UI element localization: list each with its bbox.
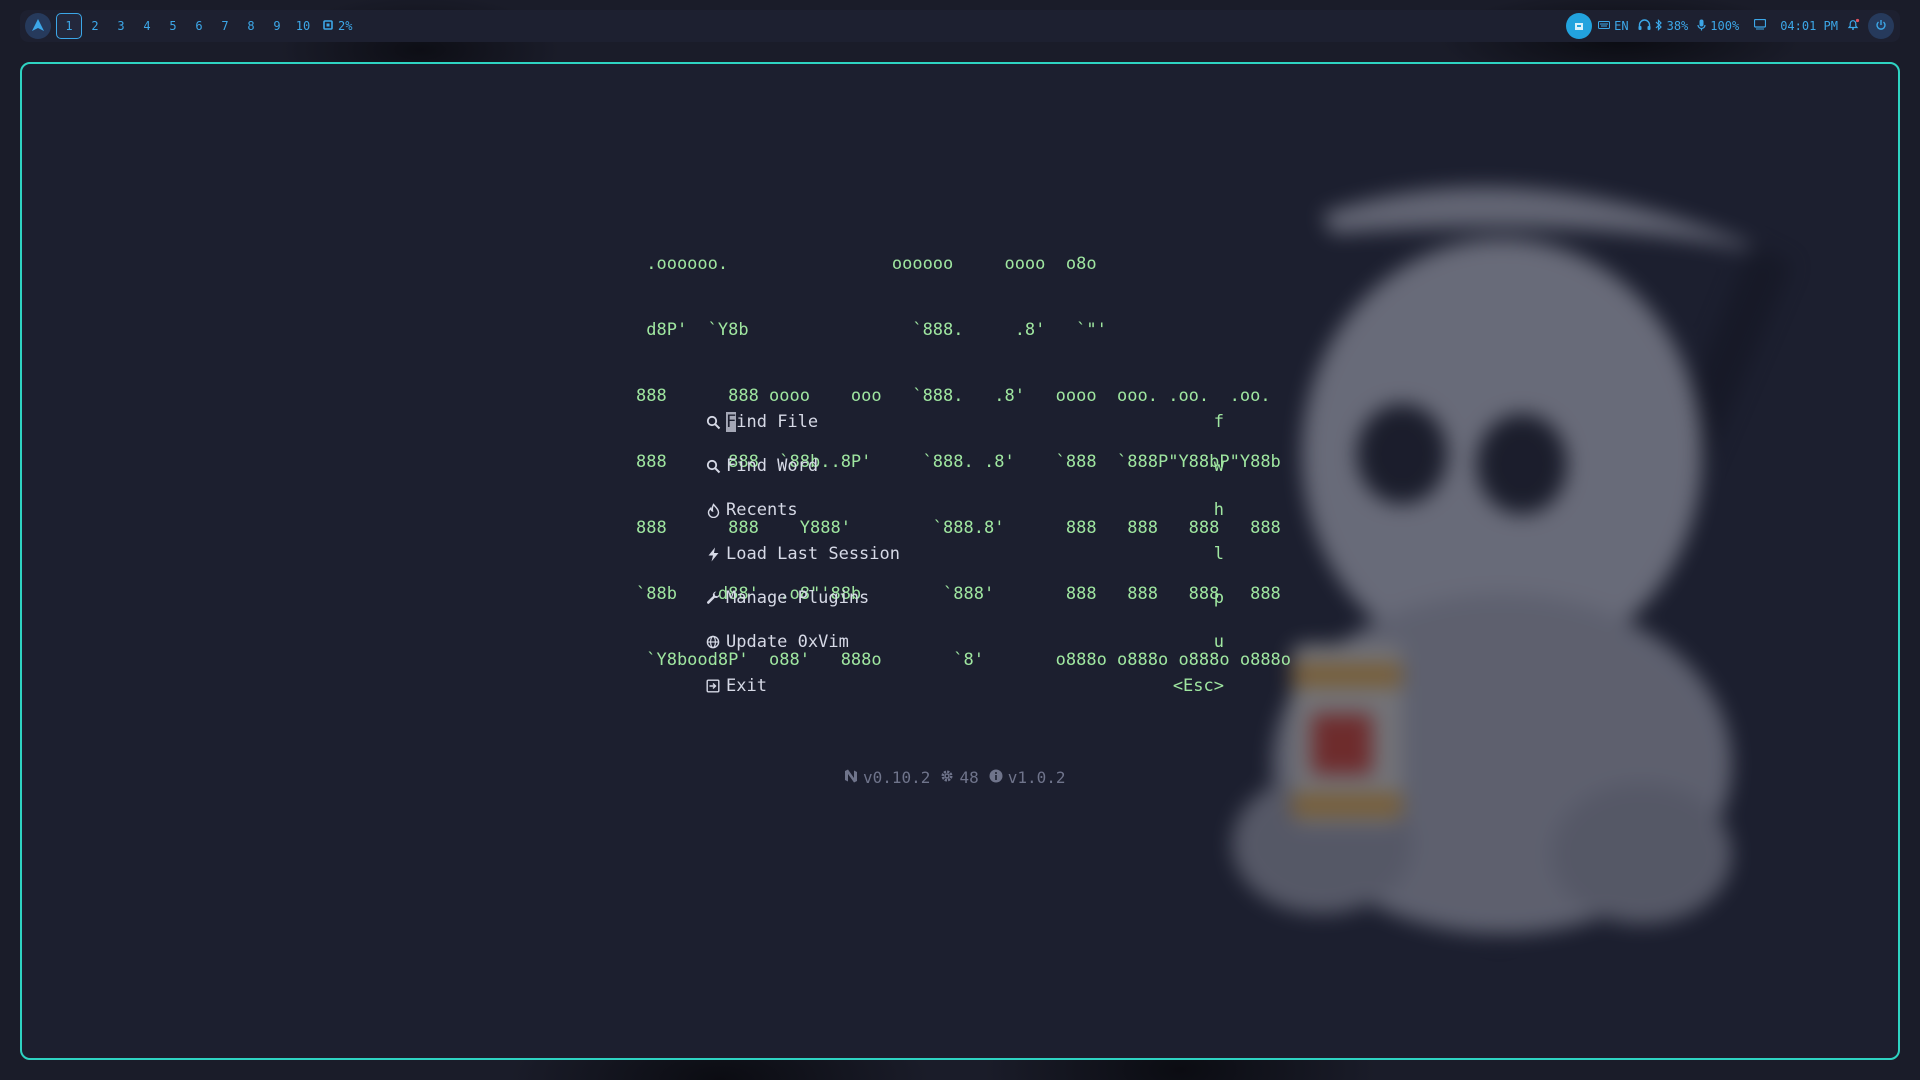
workspace-6[interactable]: 6 — [186, 13, 212, 39]
audio-volume[interactable]: 38% — [1638, 18, 1689, 34]
keyboard-layout[interactable]: EN — [1598, 19, 1629, 33]
menu-shortcut-key: u — [1213, 632, 1224, 652]
menu-shortcut-key: p — [1213, 588, 1224, 608]
power-button[interactable] — [1868, 13, 1894, 39]
config-version-text: v1.0.2 — [1007, 768, 1066, 787]
workspace-8[interactable]: 8 — [238, 13, 264, 39]
cpu-usage[interactable]: 2% — [322, 19, 352, 34]
menu-shortcut-key: h — [1213, 500, 1224, 520]
microphone-icon — [1697, 19, 1706, 34]
workspace-1[interactable]: 1 — [56, 13, 82, 39]
neovim-icon — [844, 768, 858, 787]
bar-left: 1 2 3 4 5 6 7 8 9 10 2% — [25, 10, 352, 42]
cpu-percent: 2% — [338, 19, 353, 33]
menu-load-last-session[interactable]: Load Last Session l — [704, 532, 1224, 576]
history-icon — [704, 501, 722, 519]
info-icon — [989, 768, 1003, 787]
config-version: v1.0.2 — [989, 768, 1066, 787]
menu-label: Find Word — [726, 456, 819, 476]
search-icon — [704, 457, 722, 475]
top-bar: 1 2 3 4 5 6 7 8 9 10 2% EN 38% 100% 04:0… — [20, 10, 1900, 42]
ascii-logo-line: d8P' `Y8b `888. .8' `"' — [636, 320, 1107, 340]
keyboard-icon — [1598, 19, 1611, 33]
lightning-icon — [704, 545, 722, 563]
clock-time: 04:01 PM — [1780, 19, 1838, 33]
workspace-4[interactable]: 4 — [134, 13, 160, 39]
plugin-count: 48 — [940, 768, 979, 787]
keyboard-language: EN — [1614, 19, 1629, 33]
menu-manage-plugins[interactable]: Manage Plugins p — [704, 576, 1224, 620]
dashboard-footer: v0.10.2 48 v1.0.2 — [844, 768, 1070, 787]
text-cursor: F — [726, 412, 737, 432]
workspace-5[interactable]: 5 — [160, 13, 186, 39]
menu-find-file[interactable]: Find File f — [704, 400, 1224, 444]
tray-app-icon[interactable] — [1566, 13, 1593, 39]
notifications-button[interactable] — [1847, 18, 1860, 34]
launcher-button[interactable] — [25, 13, 51, 39]
monitor-icon — [1754, 18, 1767, 33]
cpu-icon — [322, 19, 334, 34]
menu-label: Load Last Session — [726, 544, 900, 564]
power-icon — [1875, 19, 1887, 34]
menu-update-0xvim[interactable]: Update 0xVim u — [704, 620, 1224, 664]
bluetooth-icon — [1655, 18, 1663, 34]
microphone-volume[interactable]: 100% — [1697, 19, 1739, 34]
ascii-logo-line: .oooooo. oooooo oooo o8o — [636, 254, 1097, 274]
volume-percent: 38% — [1666, 19, 1689, 33]
nvim-version-text: v0.10.2 — [863, 768, 931, 787]
menu-label: Manage Plugins — [726, 588, 870, 608]
menu-shortcut-key: l — [1213, 544, 1224, 564]
menu-label: Exit — [726, 676, 767, 696]
bell-icon — [1847, 18, 1860, 34]
globe-icon — [704, 633, 722, 651]
clock[interactable]: 04:01 PM — [1754, 18, 1838, 33]
arch-logo-icon — [32, 18, 44, 34]
menu-shortcut-key: <Esc> — [1172, 676, 1224, 696]
workspace-3[interactable]: 3 — [108, 13, 134, 39]
workspace-10[interactable]: 10 — [290, 13, 316, 39]
mic-percent: 100% — [1710, 19, 1740, 33]
headphones-icon — [1638, 18, 1651, 34]
menu-label: ind File — [736, 412, 819, 432]
menu-find-word[interactable]: Find Word w — [704, 444, 1224, 488]
menu-label: Recents — [726, 500, 798, 520]
search-icon — [704, 413, 722, 431]
plugin-count-text: 48 — [959, 768, 979, 787]
wrench-icon — [704, 589, 722, 607]
gear-icon — [940, 768, 954, 787]
menu-label: Update 0xVim — [726, 632, 849, 652]
menu-shortcut-key: w — [1213, 456, 1224, 476]
exit-icon — [704, 677, 722, 695]
bar-right: EN 38% 100% 04:01 PM — [1566, 10, 1894, 42]
dashboard: .oooooo. oooooo oooo o8o d8P' `Y8b `888.… — [22, 64, 1898, 1058]
menu-shortcut-key: f — [1213, 412, 1224, 432]
menu-recents[interactable]: Recents h — [704, 488, 1224, 532]
nvim-version: v0.10.2 — [844, 768, 930, 787]
menu-exit[interactable]: Exit <Esc> — [704, 664, 1224, 708]
workspace-2[interactable]: 2 — [82, 13, 108, 39]
terminal-window[interactable]: .oooooo. oooooo oooo o8o d8P' `Y8b `888.… — [20, 62, 1900, 1060]
workspace-9[interactable]: 9 — [264, 13, 290, 39]
dashboard-menu: Find File f Find Word w Recents h Load L… — [704, 400, 1224, 708]
workspace-7[interactable]: 7 — [212, 13, 238, 39]
